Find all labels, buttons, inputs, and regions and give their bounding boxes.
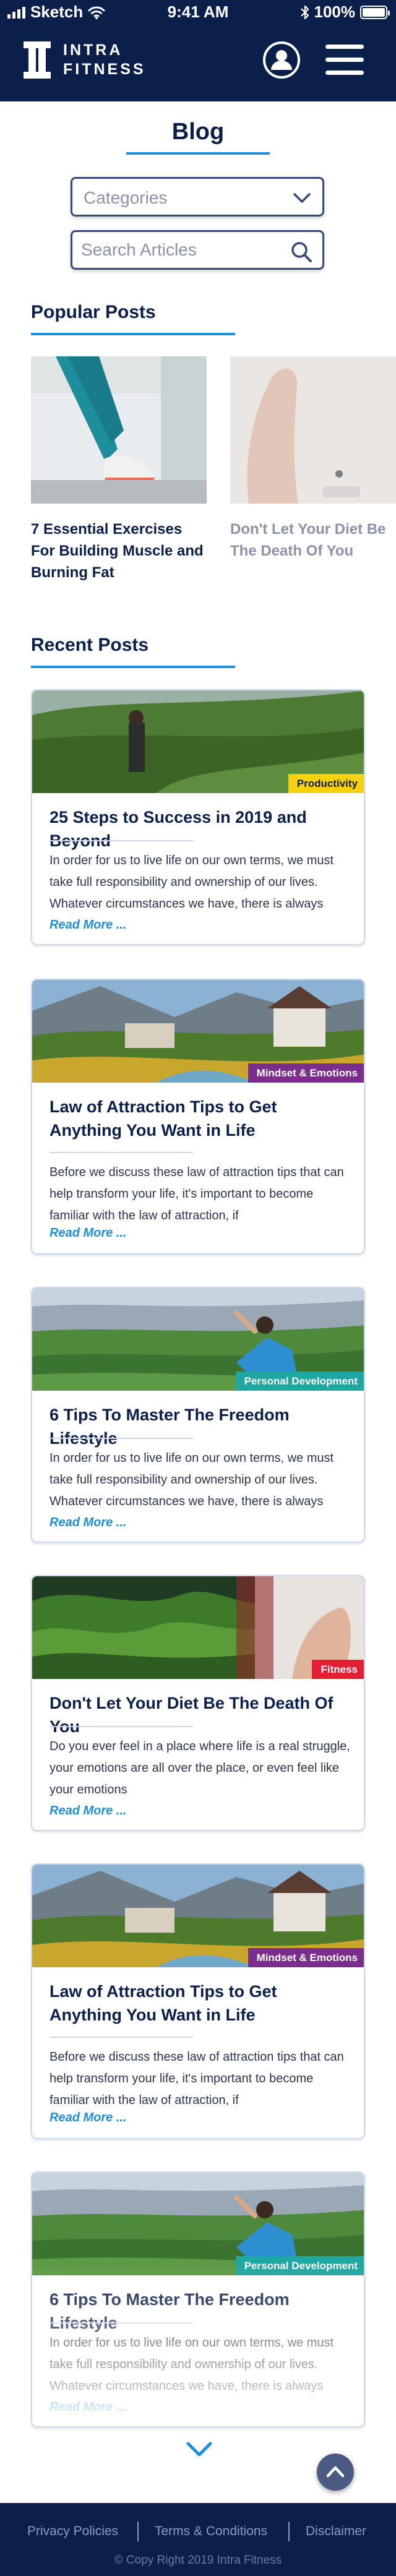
post-title[interactable]: 6 Tips To Master The Freedom Lifestyle (50, 2288, 353, 2335)
chevron-down-icon (293, 193, 311, 203)
title-divider (50, 2037, 193, 2038)
post-image: Personal Development (32, 1288, 364, 1391)
post-image: Fitness (32, 1576, 364, 1679)
popular-underline (31, 333, 235, 335)
terms-link[interactable]: Terms & Conditions (155, 2524, 267, 2539)
copyright-text: © Copy Right 2019 Intra Fitness (114, 2554, 282, 2567)
scroll-top-icon (326, 2466, 345, 2478)
popular-heading: Popular Posts (31, 302, 156, 322)
title-underline (126, 152, 270, 155)
brand-line-2: FITNESS (63, 61, 146, 78)
categories-dropdown[interactable]: Categories (71, 177, 324, 217)
post-image: Personal Development (32, 2173, 364, 2275)
title-divider (50, 1152, 193, 1153)
popular-post-image (230, 356, 396, 504)
account-icon[interactable] (262, 41, 301, 79)
post-excerpt: In order for us to live life on our own … (50, 854, 334, 911)
brand-name: INTRA FITNESS (63, 41, 146, 79)
recent-heading: Recent Posts (31, 635, 149, 655)
brand-logo[interactable]: INTRA FITNESS (24, 41, 146, 79)
category-badge[interactable]: Personal Development (235, 2256, 364, 2275)
title-divider (50, 1438, 193, 1439)
bluetooth-icon (300, 5, 309, 19)
post-title[interactable]: 6 Tips To Master The Freedom Lifestyle (50, 1403, 353, 1450)
post-image: Mindset & Emotions (32, 980, 364, 1083)
post-excerpt: Do you ever feel in a place where life i… (50, 1740, 350, 1797)
footer-links: Privacy Policies Terms & Conditions Disc… (0, 2519, 396, 2544)
category-badge[interactable]: Personal Development (235, 1372, 364, 1391)
recent-post-card[interactable]: Productivity 25 Steps to Success in 2019… (31, 689, 365, 945)
recent-post-card[interactable]: Personal Development 6 Tips To Master Th… (31, 2171, 365, 2428)
popular-post-title: 7 Essential Exercises For Building Muscl… (31, 521, 204, 581)
popular-post-image (31, 356, 207, 504)
brand-line-1: INTRA (63, 41, 123, 59)
footer-divider (288, 2522, 290, 2541)
category-badge[interactable]: Productivity (288, 774, 364, 793)
popular-post-title: Don't Let Your Diet Be The Death Of You (230, 521, 386, 559)
read-more-link[interactable]: Read More ... (50, 1516, 126, 1530)
post-image: Productivity (32, 690, 364, 793)
categories-placeholder: Categories (84, 188, 168, 207)
scroll-down-icon[interactable] (186, 2440, 213, 2458)
post-excerpt: In order for us to live life on our own … (50, 2336, 334, 2393)
post-excerpt: Before we discuss these law of attractio… (50, 2050, 344, 2107)
post-title[interactable]: Don't Let Your Diet Be The Death Of You (50, 1691, 353, 1738)
menu-icon[interactable] (325, 45, 364, 75)
recent-post-card[interactable]: Mindset & Emotions Law of Attraction Tip… (31, 1863, 365, 2139)
site-footer: Privacy Policies Terms & Conditions Disc… (0, 2503, 396, 2576)
post-image: Mindset & Emotions (32, 1865, 364, 1967)
category-badge[interactable]: Mindset & Emotions (248, 1948, 364, 1967)
battery-percent: 100% (314, 2, 356, 21)
read-more-link[interactable]: Read More ... (50, 2400, 126, 2415)
app-header: Sketch 9:41 AM 100% INTRA FITNESS (0, 0, 396, 101)
post-title[interactable]: Law of Attraction Tips to Get Anything Y… (50, 1980, 353, 2027)
recent-post-card[interactable]: Mindset & Emotions Law of Attraction Tip… (31, 979, 365, 1255)
footer-divider (137, 2522, 139, 2541)
read-more-link[interactable]: Read More ... (50, 2111, 126, 2125)
search-field[interactable] (71, 230, 324, 270)
page-title: Blog (171, 119, 225, 145)
recent-post-card[interactable]: Personal Development 6 Tips To Master Th… (31, 1287, 365, 1543)
search-input[interactable] (81, 238, 279, 262)
title-divider (50, 1726, 193, 1727)
read-more-link[interactable]: Read More ... (50, 918, 126, 932)
popular-post-card[interactable]: 7 Essential Exercises For Building Muscl… (31, 356, 207, 583)
post-excerpt: In order for us to live life on our own … (50, 1451, 334, 1508)
search-icon[interactable] (290, 241, 312, 263)
recent-underline (31, 666, 235, 668)
disclaimer-link[interactable]: Disclaimer (306, 2524, 366, 2539)
battery-icon (360, 5, 390, 19)
category-badge[interactable]: Fitness (312, 1660, 364, 1679)
post-title[interactable]: 25 Steps to Success in 2019 and Beyond (50, 805, 353, 852)
logo-mark-icon (24, 41, 51, 79)
popular-post-card[interactable]: Don't Let Your Diet Be The Death Of You (230, 356, 396, 562)
post-excerpt: Before we discuss these law of attractio… (50, 1166, 344, 1222)
title-divider (50, 2322, 193, 2324)
post-title[interactable]: Law of Attraction Tips to Get Anything Y… (50, 1095, 353, 1142)
privacy-link[interactable]: Privacy Policies (27, 2524, 118, 2539)
recent-post-card[interactable]: Fitness Don't Let Your Diet Be The Death… (31, 1575, 365, 1831)
status-bar: Sketch 9:41 AM 100% (0, 0, 396, 25)
read-more-link[interactable]: Read More ... (50, 1804, 126, 1818)
read-more-link[interactable]: Read More ... (50, 1226, 126, 1240)
title-divider (50, 840, 193, 841)
scroll-top-button[interactable] (317, 2454, 354, 2491)
category-badge[interactable]: Mindset & Emotions (248, 1063, 364, 1083)
